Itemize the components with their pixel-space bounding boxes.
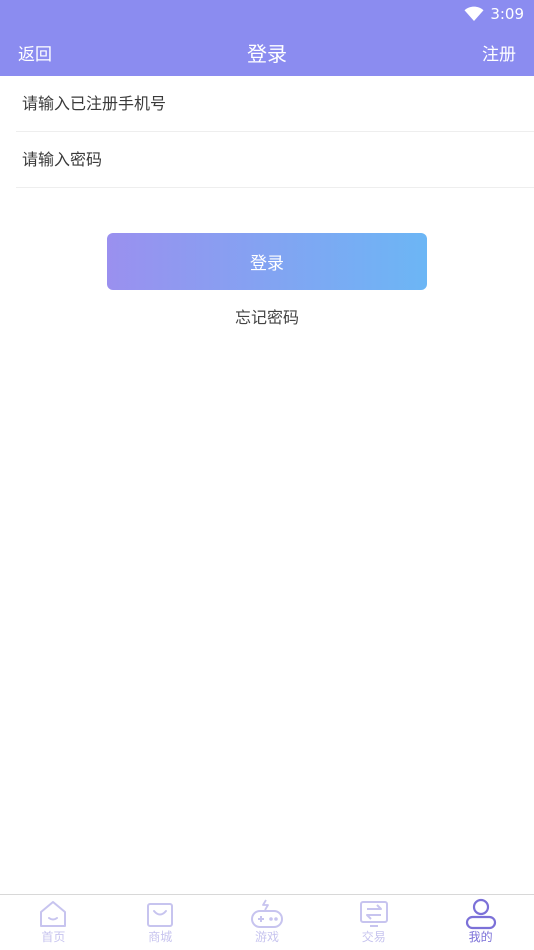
password-input[interactable]: [22, 132, 522, 186]
login-form: [0, 76, 534, 188]
gamepad-icon: [250, 898, 284, 930]
wifi-icon: [464, 6, 484, 22]
tab-label: 首页: [41, 930, 66, 944]
register-button[interactable]: 注册: [482, 40, 516, 65]
status-time: 3:09: [490, 5, 524, 23]
status-bar: 3:09: [464, 4, 524, 24]
exchange-icon: [357, 898, 391, 930]
tab-label: 商城: [148, 930, 173, 944]
tab-label: 我的: [468, 930, 493, 944]
tab-shop[interactable]: 商城: [107, 895, 214, 950]
user-icon: [464, 898, 498, 930]
home-icon: [36, 898, 70, 930]
bottom-tab-bar: 首页 商城 游戏 交易 我的: [0, 894, 534, 950]
shop-bag-icon: [143, 898, 177, 930]
phone-field-row: [16, 76, 534, 132]
tab-trade[interactable]: 交易: [320, 895, 427, 950]
tab-home[interactable]: 首页: [0, 895, 107, 950]
tab-games[interactable]: 游戏: [214, 895, 321, 950]
tab-mine[interactable]: 我的: [427, 895, 534, 950]
page-title: 登录: [247, 42, 287, 66]
tab-label: 游戏: [254, 930, 279, 944]
tab-label: 交易: [361, 930, 386, 944]
nav-bar: 返回 登录 注册: [0, 30, 534, 74]
password-field-row: [16, 132, 534, 188]
login-button[interactable]: 登录: [107, 233, 427, 290]
forgot-password-link[interactable]: 忘记密码: [0, 304, 534, 328]
phone-input[interactable]: [22, 76, 522, 130]
app-header: 3:09 返回 登录 注册: [0, 0, 534, 76]
